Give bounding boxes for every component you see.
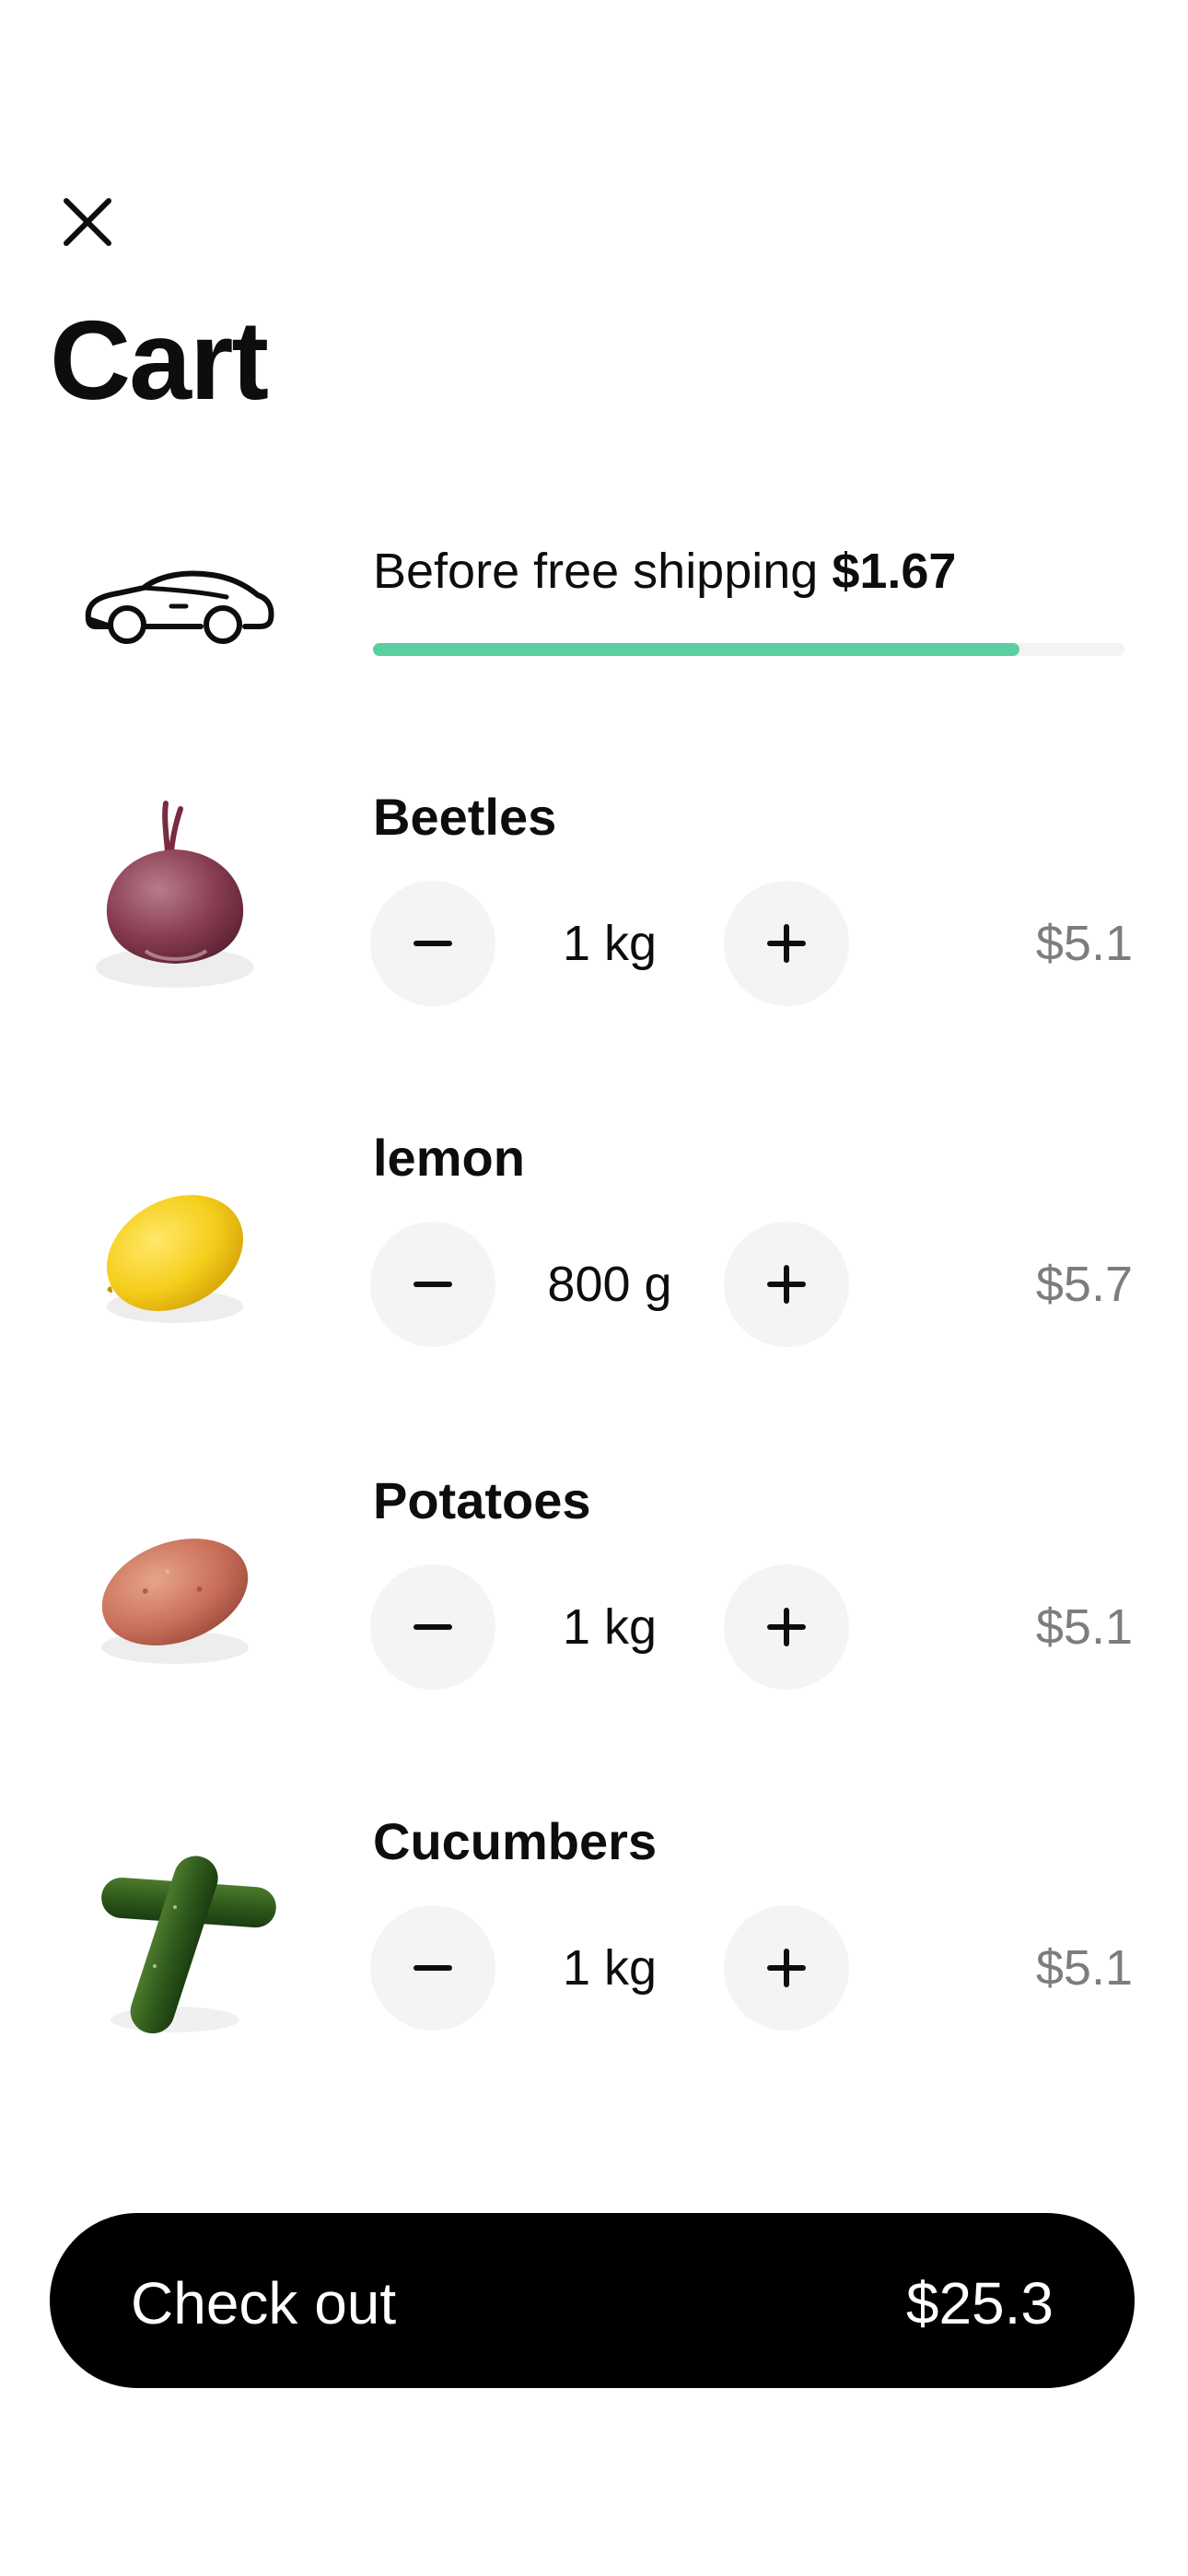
item-price: $5.1 bbox=[1035, 916, 1133, 971]
item-quantity: 800 g bbox=[547, 1257, 672, 1312]
cucumber-image bbox=[101, 1856, 276, 2034]
checkout-button[interactable]: Check out $25.3 bbox=[50, 2213, 1135, 2388]
free-shipping-amount: $1.67 bbox=[832, 544, 957, 599]
beet-image bbox=[96, 801, 254, 988]
increase-quantity-button[interactable] bbox=[724, 881, 849, 1006]
free-shipping-progress bbox=[373, 643, 1124, 656]
decrease-quantity-button[interactable] bbox=[370, 881, 495, 1006]
item-quantity: 1 kg bbox=[562, 1940, 658, 1996]
item-price: $5.1 bbox=[1035, 1940, 1133, 1996]
increase-quantity-button[interactable] bbox=[724, 1564, 849, 1690]
increase-quantity-button[interactable] bbox=[724, 1905, 849, 2031]
cart-item: Beetles 1 kg $5.1 bbox=[0, 785, 1188, 1080]
minus-icon bbox=[413, 941, 452, 946]
minus-icon bbox=[413, 1965, 452, 1971]
cart-item: lemon 800 g $5.7 bbox=[0, 1126, 1188, 1421]
decrease-quantity-button[interactable] bbox=[370, 1564, 495, 1690]
free-shipping-progress-fill bbox=[373, 643, 1019, 656]
item-name: Cucumbers bbox=[373, 1812, 658, 1870]
close-icon[interactable] bbox=[57, 192, 118, 252]
item-price: $5.1 bbox=[1035, 1599, 1133, 1655]
cart-item: Potatoes 1 kg $5.1 bbox=[0, 1469, 1188, 1763]
decrease-quantity-button[interactable] bbox=[370, 1222, 495, 1347]
item-quantity: 1 kg bbox=[562, 916, 658, 971]
page-title: Cart bbox=[50, 298, 269, 423]
free-shipping-text: Before free shipping bbox=[373, 544, 819, 599]
item-name: Beetles bbox=[373, 788, 557, 846]
decrease-quantity-button[interactable] bbox=[370, 1905, 495, 2031]
item-quantity: 1 kg bbox=[562, 1599, 658, 1655]
car-icon bbox=[85, 570, 274, 644]
free-shipping-label: Before free shipping $1.67 bbox=[373, 544, 956, 599]
item-price: $5.7 bbox=[1035, 1257, 1133, 1312]
minus-icon bbox=[413, 1624, 452, 1630]
item-name: lemon bbox=[373, 1129, 525, 1187]
cart-item: Cucumbers 1 kg $5.1 bbox=[0, 1809, 1188, 2104]
minus-icon bbox=[413, 1282, 452, 1287]
potato-image bbox=[101, 1539, 249, 1664]
checkout-total: $25.3 bbox=[905, 2270, 1054, 2336]
increase-quantity-button[interactable] bbox=[724, 1222, 849, 1347]
checkout-label: Check out bbox=[131, 2270, 397, 2336]
lemon-image bbox=[106, 1195, 244, 1323]
item-name: Potatoes bbox=[373, 1471, 591, 1529]
